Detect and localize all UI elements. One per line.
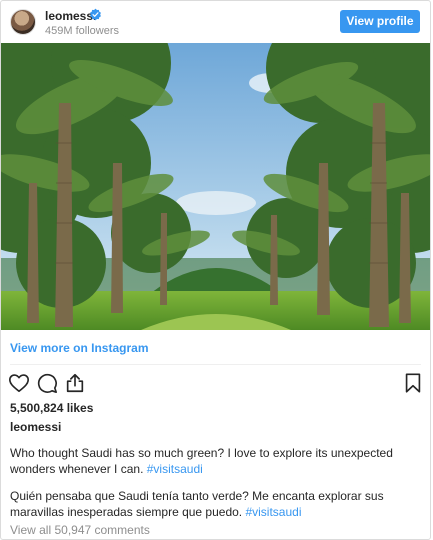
verified-badge-icon <box>90 8 101 21</box>
palm-grove-photo <box>1 43 430 330</box>
view-profile-button[interactable]: View profile <box>340 10 420 33</box>
hashtag-link[interactable]: #visitsaudi <box>147 462 203 476</box>
hashtag-link[interactable]: #visitsaudi <box>245 505 301 519</box>
caption-spanish: Quién pensaba que Saudi tenía tanto verd… <box>10 488 415 520</box>
action-bar <box>1 372 430 394</box>
share-icon[interactable] <box>64 372 86 394</box>
post-image[interactable] <box>1 43 430 330</box>
caption-username[interactable]: leomessi <box>10 420 61 434</box>
view-all-comments-link[interactable]: View all 50,947 comments <box>10 523 150 537</box>
bookmark-icon[interactable] <box>402 372 424 394</box>
post-header: leomessi 459M followers View profile <box>1 1 430 43</box>
avatar[interactable] <box>10 9 36 35</box>
comment-icon[interactable] <box>36 372 58 394</box>
instagram-embed-card: leomessi 459M followers View profile Vie… <box>0 0 431 540</box>
divider <box>10 364 421 365</box>
follower-count: 459M followers <box>45 25 119 37</box>
heart-icon[interactable] <box>8 372 30 394</box>
like-count[interactable]: 5,500,824 likes <box>10 401 93 415</box>
view-more-on-instagram-link[interactable]: View more on Instagram <box>10 341 149 355</box>
caption-english: Who thought Saudi has so much green? I l… <box>10 445 415 477</box>
caption-spanish-text: Quién pensaba que Saudi tenía tanto verd… <box>10 489 384 519</box>
